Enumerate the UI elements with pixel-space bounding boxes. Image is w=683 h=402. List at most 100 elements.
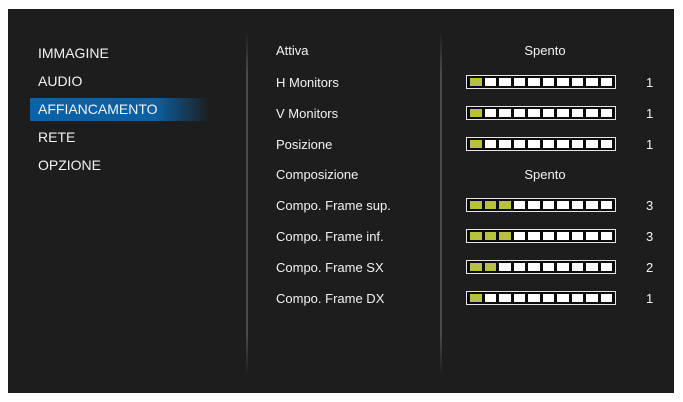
setting-row-h-monitors[interactable]: H Monitors 1 (276, 71, 656, 97)
setting-slider[interactable] (466, 137, 616, 151)
slider-segment (484, 109, 496, 117)
slider-segment (600, 201, 612, 209)
menu-item-rete[interactable]: RETE (30, 126, 210, 149)
divider (246, 31, 248, 376)
slider-segment (542, 78, 554, 86)
slider-segment (470, 294, 482, 302)
setting-value: 3 (646, 198, 654, 213)
slider-segment (528, 294, 540, 302)
slider-segment (586, 294, 598, 302)
setting-value[interactable]: Spento (514, 43, 576, 58)
setting-value: 1 (646, 291, 654, 306)
slider-segment (571, 201, 583, 209)
setting-label: Compo. Frame inf. (276, 229, 384, 244)
slider-segment (499, 294, 511, 302)
setting-value: 1 (646, 75, 654, 90)
setting-row-compo-frame-sup[interactable]: Compo. Frame sup. 3 (276, 194, 656, 220)
slider-segment (484, 201, 496, 209)
slider-segment (513, 232, 525, 240)
slider-segment (586, 78, 598, 86)
slider-segment (542, 294, 554, 302)
slider-segment (542, 232, 554, 240)
setting-label: Posizione (276, 137, 333, 152)
slider-segment (557, 294, 569, 302)
slider-segment (586, 263, 598, 271)
slider-segment (571, 294, 583, 302)
setting-label: Composizione (276, 167, 359, 182)
setting-label: Compo. Frame DX (276, 291, 385, 306)
slider-segment (470, 78, 482, 86)
slider-segment (528, 263, 540, 271)
slider-segment (499, 109, 511, 117)
slider-segment (528, 78, 540, 86)
slider-segment (528, 109, 540, 117)
slider-segment (528, 140, 540, 148)
slider-segment (499, 201, 511, 209)
slider-segment (499, 140, 511, 148)
menu-item-opzione[interactable]: OPZIONE (30, 154, 210, 177)
setting-value: 1 (646, 137, 654, 152)
slider-segment (600, 78, 612, 86)
slider-segment (513, 294, 525, 302)
slider-segment (484, 232, 496, 240)
setting-row-compo-frame-inf[interactable]: Compo. Frame inf. 3 (276, 225, 656, 251)
slider-segment (499, 78, 511, 86)
slider-segment (600, 232, 612, 240)
slider-segment (600, 294, 612, 302)
osd-panel: IMMAGINE AUDIO AFFIANCAMENTO RETE OPZIONE At… (8, 9, 674, 393)
slider-segment (470, 109, 482, 117)
slider-segment (600, 109, 612, 117)
slider-segment (586, 201, 598, 209)
menu-item-affiancamento[interactable]: AFFIANCAMENTO (30, 98, 210, 121)
setting-row-attiva[interactable]: Attiva Spento (276, 39, 656, 65)
slider-segment (571, 78, 583, 86)
slider-segment (513, 201, 525, 209)
slider-segment (557, 263, 569, 271)
setting-label: Compo. Frame sup. (276, 198, 391, 213)
slider-segment (586, 232, 598, 240)
slider-segment (470, 140, 482, 148)
slider-segment (571, 140, 583, 148)
slider-segment (542, 109, 554, 117)
setting-label: Attiva (276, 43, 309, 58)
slider-segment (470, 201, 482, 209)
slider-segment (484, 263, 496, 271)
slider-segment (499, 232, 511, 240)
setting-row-v-monitors[interactable]: V Monitors 1 (276, 102, 656, 128)
slider-segment (586, 109, 598, 117)
slider-segment (513, 109, 525, 117)
slider-segment (484, 78, 496, 86)
slider-segment (571, 232, 583, 240)
main-menu: IMMAGINE AUDIO AFFIANCAMENTO RETE OPZIONE (30, 42, 210, 182)
slider-segment (542, 140, 554, 148)
slider-segment (542, 201, 554, 209)
slider-segment (571, 109, 583, 117)
slider-segment (513, 140, 525, 148)
setting-label: H Monitors (276, 75, 339, 90)
menu-item-audio[interactable]: AUDIO (30, 70, 210, 93)
setting-slider[interactable] (466, 229, 616, 243)
slider-segment (528, 232, 540, 240)
menu-item-immagine[interactable]: IMMAGINE (30, 42, 210, 65)
slider-segment (600, 263, 612, 271)
setting-slider[interactable] (466, 260, 616, 274)
setting-value[interactable]: Spento (514, 167, 576, 182)
setting-slider[interactable] (466, 291, 616, 305)
setting-slider[interactable] (466, 75, 616, 89)
slider-segment (557, 232, 569, 240)
slider-segment (484, 140, 496, 148)
setting-row-compo-frame-dx[interactable]: Compo. Frame DX 1 (276, 287, 656, 313)
slider-segment (557, 109, 569, 117)
setting-row-composizione[interactable]: Composizione Spento (276, 163, 656, 189)
setting-value: 1 (646, 106, 654, 121)
slider-segment (470, 232, 482, 240)
slider-segment (557, 140, 569, 148)
setting-label: Compo. Frame SX (276, 260, 384, 275)
slider-segment (542, 263, 554, 271)
setting-value: 2 (646, 260, 654, 275)
setting-slider[interactable] (466, 198, 616, 212)
setting-slider[interactable] (466, 106, 616, 120)
slider-segment (586, 140, 598, 148)
setting-row-posizione[interactable]: Posizione 1 (276, 133, 656, 159)
setting-row-compo-frame-sx[interactable]: Compo. Frame SX 2 (276, 256, 656, 282)
